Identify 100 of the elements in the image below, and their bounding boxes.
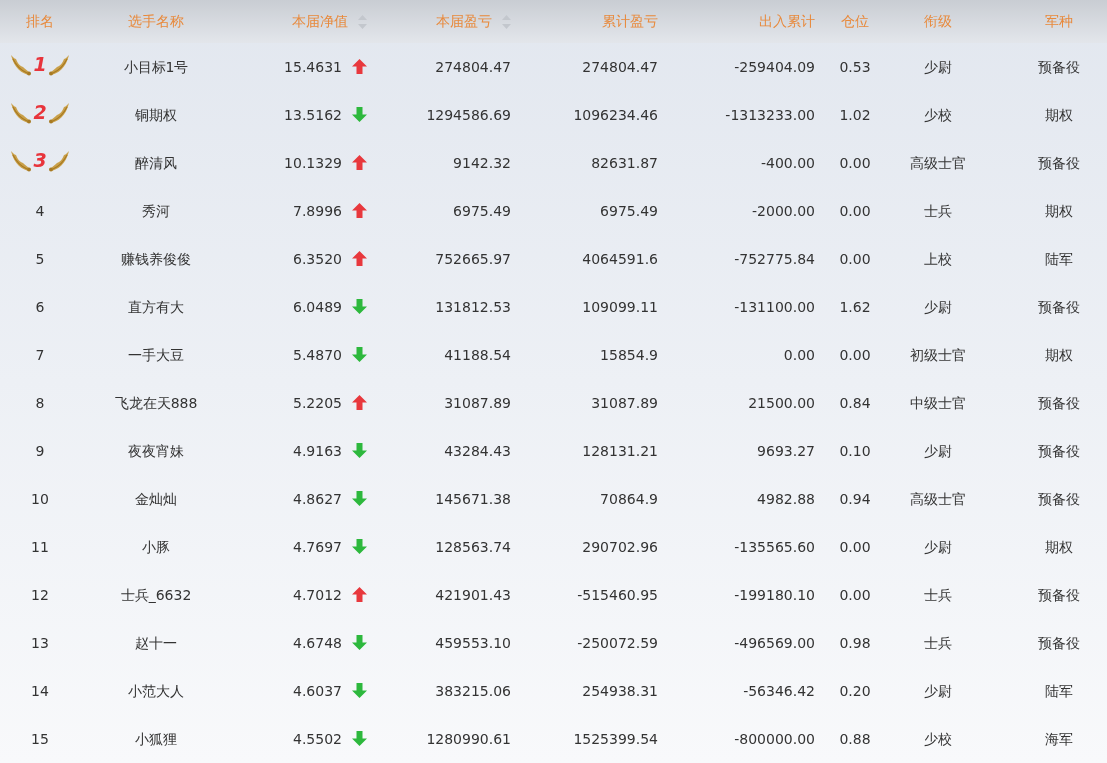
rank-number: 15 bbox=[31, 730, 49, 747]
table-cell: 4.6748 bbox=[293, 634, 342, 651]
table-cell: 秀河 bbox=[142, 202, 170, 219]
table-cell: 0.00 bbox=[839, 202, 871, 219]
table-cell: 5.4870 bbox=[293, 346, 342, 363]
table-cell: 一手大豆 bbox=[128, 346, 184, 363]
table-cell: -496569.00 bbox=[734, 634, 815, 651]
table-cell: 4.7697 bbox=[293, 538, 342, 555]
table-cell: 预备役 bbox=[1037, 58, 1080, 75]
table-cell: 士兵 bbox=[923, 202, 952, 219]
table-cell: 0.00 bbox=[839, 250, 871, 267]
rank-number: 5 bbox=[35, 250, 45, 267]
table-cell: 0.88 bbox=[839, 730, 871, 747]
table-cell: 少校 bbox=[923, 730, 952, 747]
table-cell: 赚钱养俊俊 bbox=[121, 250, 191, 267]
column-header: 选手名称 bbox=[128, 13, 184, 29]
table-cell: -752775.84 bbox=[734, 250, 815, 267]
table-cell: 10.1329 bbox=[284, 154, 342, 171]
table-cell: 高级士官 bbox=[909, 490, 966, 507]
table-cell: 41188.54 bbox=[444, 346, 511, 363]
table-cell: 4.5502 bbox=[293, 730, 342, 747]
table-cell: 士兵_6632 bbox=[120, 586, 192, 603]
table-cell: 少尉 bbox=[923, 298, 952, 315]
table-cell: 期权 bbox=[1044, 538, 1073, 555]
table-cell: 预备役 bbox=[1037, 634, 1080, 651]
table-cell: -135565.60 bbox=[734, 538, 815, 555]
table-cell: 少尉 bbox=[923, 682, 952, 699]
sort-icon[interactable] bbox=[358, 14, 367, 29]
table-cell: 飞龙在天888 bbox=[114, 394, 198, 411]
table-cell: 预备役 bbox=[1037, 394, 1080, 411]
table-cell: 383215.06 bbox=[435, 682, 511, 699]
table-cell: 70864.9 bbox=[600, 490, 658, 507]
table-cell: 5.2205 bbox=[293, 394, 342, 411]
column-header: 排名 bbox=[26, 13, 54, 29]
table-cell: -515460.95 bbox=[577, 586, 658, 603]
table-cell: -56346.42 bbox=[743, 682, 815, 699]
rank-number: 14 bbox=[31, 682, 49, 699]
table-cell: 274804.47 bbox=[435, 58, 511, 75]
table-cell: 128563.74 bbox=[435, 538, 511, 555]
table-cell: 0.00 bbox=[783, 346, 815, 363]
table-cell: 6975.49 bbox=[453, 202, 511, 219]
table-cell: 4.8627 bbox=[293, 490, 342, 507]
table-cell: 13.5162 bbox=[284, 106, 342, 123]
rank-number: 1 bbox=[33, 54, 47, 74]
table-cell: 15.4631 bbox=[284, 58, 342, 75]
column-header: 出入累计 bbox=[759, 13, 815, 29]
table-cell: -1313233.00 bbox=[725, 106, 815, 123]
wing-icon bbox=[47, 100, 70, 124]
column-header: 军种 bbox=[1044, 13, 1073, 29]
table-cell: 上校 bbox=[923, 250, 952, 267]
table-cell: 直方有大 bbox=[128, 298, 184, 315]
rank-number: 11 bbox=[31, 538, 49, 555]
rank-number: 2 bbox=[33, 102, 47, 122]
table-cell: -199180.10 bbox=[734, 586, 815, 603]
column-header: 仓位 bbox=[841, 13, 869, 29]
table-cell: 预备役 bbox=[1037, 490, 1080, 507]
table-cell: 少尉 bbox=[923, 442, 952, 459]
table-cell: 145671.38 bbox=[435, 490, 511, 507]
table-cell: -400.00 bbox=[760, 154, 815, 171]
table-cell: 0.00 bbox=[839, 586, 871, 603]
table-cell: 预备役 bbox=[1037, 586, 1080, 603]
table-cell: 6.0489 bbox=[293, 298, 342, 315]
sort-icon[interactable] bbox=[502, 14, 511, 29]
table-cell: 254938.31 bbox=[582, 682, 658, 699]
table-cell: 6.3520 bbox=[293, 250, 342, 267]
table-cell: 128131.21 bbox=[582, 442, 658, 459]
table-cell: 274804.47 bbox=[582, 58, 658, 75]
table-cell: 15854.9 bbox=[600, 346, 658, 363]
wing-icon bbox=[10, 148, 33, 172]
table-cell: 1525399.54 bbox=[573, 730, 658, 747]
table-cell: 0.00 bbox=[839, 154, 871, 171]
table-cell: 少尉 bbox=[923, 538, 952, 555]
table-cell: -250072.59 bbox=[577, 634, 658, 651]
table-cell: 士兵 bbox=[923, 586, 952, 603]
table-cell: 1.02 bbox=[839, 106, 871, 123]
table-cell: -800000.00 bbox=[734, 730, 815, 747]
table-cell: 预备役 bbox=[1037, 154, 1080, 171]
table-cell: 0.84 bbox=[839, 394, 871, 411]
table-cell: 4.9163 bbox=[293, 442, 342, 459]
table-cell: 铜期权 bbox=[135, 106, 177, 123]
table-cell: 0.10 bbox=[839, 442, 871, 459]
table-cell: 0.98 bbox=[839, 634, 871, 651]
table-cell: 43284.43 bbox=[444, 442, 511, 459]
rank-number: 6 bbox=[35, 298, 45, 315]
wing-icon bbox=[47, 148, 70, 172]
table-cell: 0.94 bbox=[839, 490, 871, 507]
table-cell: 陆军 bbox=[1044, 682, 1073, 699]
column-header[interactable]: 本届净值 bbox=[292, 11, 348, 32]
table-cell: 131812.53 bbox=[435, 298, 511, 315]
wing-icon bbox=[10, 52, 33, 76]
table-cell: 0.00 bbox=[839, 538, 871, 555]
table-cell: 82631.87 bbox=[591, 154, 658, 171]
table-cell: 109099.11 bbox=[582, 298, 658, 315]
table-cell: 预备役 bbox=[1037, 442, 1080, 459]
table-cell: 31087.89 bbox=[591, 394, 658, 411]
table-cell: 高级士官 bbox=[909, 154, 966, 171]
table-cell: 0.53 bbox=[839, 58, 871, 75]
column-header[interactable]: 本届盈亏 bbox=[436, 11, 492, 32]
wing-icon bbox=[10, 100, 33, 124]
table-cell: 0.00 bbox=[839, 346, 871, 363]
